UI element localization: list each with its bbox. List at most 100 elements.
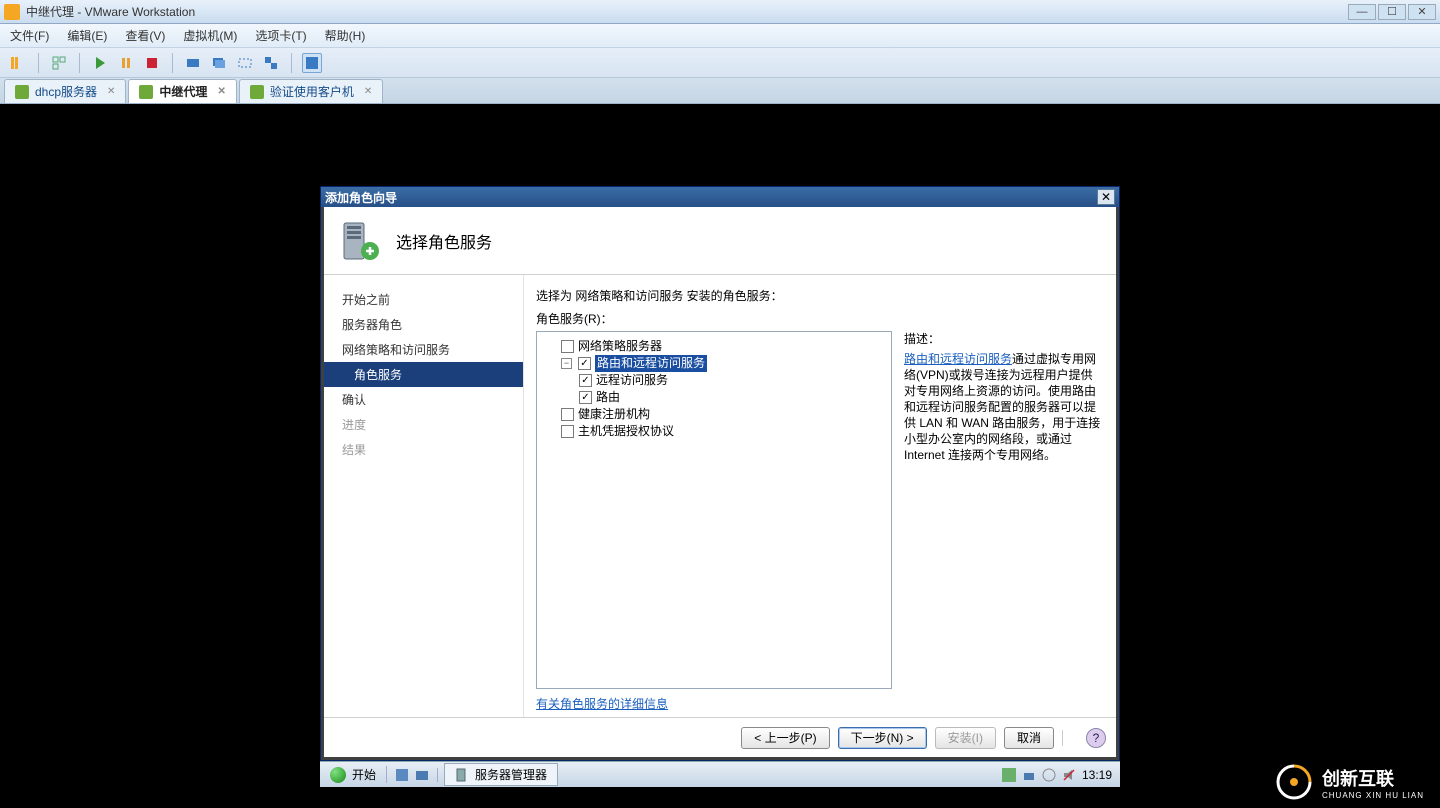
tree-item-routing[interactable]: 路由 bbox=[541, 389, 887, 406]
tree-item-hra[interactable]: 健康注册机构 bbox=[541, 406, 887, 423]
vmware-titlebar[interactable]: 中继代理 - VMware Workstation — ☐ ✕ bbox=[0, 0, 1440, 24]
wizard-main: 选择为 网络策略和访问服务 安装的角色服务： 角色服务(R)： 网络策略服务器 … bbox=[524, 275, 1116, 717]
explorer-icon[interactable] bbox=[415, 768, 429, 782]
wizard-header: 选择角色服务 bbox=[324, 207, 1116, 275]
tab-label: 验证使用客户机 bbox=[270, 83, 354, 100]
collapse-icon[interactable]: − bbox=[561, 358, 572, 369]
start-button[interactable]: 开始 bbox=[320, 766, 387, 783]
power-on-icon[interactable] bbox=[90, 53, 110, 73]
tray-icon-1[interactable] bbox=[1002, 768, 1016, 782]
taskbar-task-server-manager[interactable]: 服务器管理器 bbox=[444, 763, 558, 786]
close-icon[interactable]: ✕ bbox=[103, 86, 115, 97]
brand-sub: CHUANG XIN HU LIAN bbox=[1322, 791, 1424, 800]
tree-item-rras[interactable]: −路由和远程访问服务 bbox=[541, 355, 887, 372]
tree-item-nps[interactable]: 网络策略服务器 bbox=[541, 338, 887, 355]
snapshot-manager-icon[interactable] bbox=[209, 53, 229, 73]
checkbox[interactable] bbox=[561, 425, 574, 438]
menu-vm[interactable]: 虚拟机(M) bbox=[183, 27, 237, 44]
menu-view[interactable]: 查看(V) bbox=[125, 27, 165, 44]
vm-taskbar: 开始 服务器管理器 13:19 bbox=[320, 761, 1120, 787]
vm-icon bbox=[15, 85, 29, 99]
nav-results: 结果 bbox=[324, 437, 523, 462]
tree-label: 角色服务(R)： bbox=[536, 310, 1104, 327]
description-link[interactable]: 路由和远程访问服务 bbox=[904, 352, 1012, 366]
task-label: 服务器管理器 bbox=[475, 766, 547, 783]
brand-watermark: 创新互联 CHUANG XIN HU LIAN bbox=[1276, 764, 1424, 800]
vmware-app-icon bbox=[4, 4, 20, 20]
library-icon[interactable] bbox=[8, 53, 28, 73]
wizard-window-title: 添加角色向导 bbox=[325, 189, 1097, 206]
tab-dhcp[interactable]: dhcp服务器 ✕ bbox=[4, 79, 126, 103]
unity-icon[interactable] bbox=[261, 53, 281, 73]
description-text: 路由和远程访问服务通过虚拟专用网络(VPN)或拨号连接为远程用户提供对专用网络上… bbox=[904, 351, 1104, 463]
nav-progress: 进度 bbox=[324, 412, 523, 437]
close-icon[interactable]: ✕ bbox=[360, 86, 372, 97]
wizard-titlebar[interactable]: 添加角色向导 ✕ bbox=[321, 187, 1119, 207]
window-title: 中继代理 - VMware Workstation bbox=[26, 3, 1348, 20]
wizard-footer: < 上一步(P) 下一步(N) > 安装(I) 取消 ? bbox=[324, 717, 1116, 757]
show-desktop-icon[interactable] bbox=[395, 768, 409, 782]
more-info-link[interactable]: 有关角色服务的详细信息 bbox=[536, 697, 668, 711]
wizard-close-button[interactable]: ✕ bbox=[1097, 189, 1115, 205]
tab-label: dhcp服务器 bbox=[35, 83, 97, 100]
maximize-button[interactable]: ☐ bbox=[1378, 4, 1406, 20]
nav-confirm[interactable]: 确认 bbox=[324, 387, 523, 412]
system-tray: 13:19 bbox=[994, 768, 1120, 782]
vm-icon bbox=[250, 85, 264, 99]
wizard-instruction: 选择为 网络策略和访问服务 安装的角色服务： bbox=[536, 287, 1104, 304]
minimize-button[interactable]: — bbox=[1348, 4, 1376, 20]
menu-help[interactable]: 帮助(H) bbox=[325, 27, 366, 44]
vm-icon bbox=[139, 85, 153, 99]
back-button[interactable]: < 上一步(P) bbox=[741, 727, 829, 749]
checkbox[interactable] bbox=[561, 340, 574, 353]
quick-launch bbox=[387, 768, 438, 782]
server-role-icon bbox=[338, 219, 382, 263]
power-off-icon[interactable] bbox=[142, 53, 162, 73]
vmware-window: 中继代理 - VMware Workstation — ☐ ✕ 文件(F) 编辑… bbox=[0, 0, 1440, 808]
checkbox[interactable] bbox=[579, 391, 592, 404]
menu-tabs[interactable]: 选项卡(T) bbox=[255, 27, 306, 44]
tab-relay[interactable]: 中继代理 ✕ bbox=[128, 79, 236, 103]
next-button[interactable]: 下一步(N) > bbox=[838, 727, 927, 749]
network-icon[interactable] bbox=[1022, 768, 1036, 782]
nav-server-roles[interactable]: 服务器角色 bbox=[324, 312, 523, 337]
nav-npas[interactable]: 网络策略和访问服务 bbox=[324, 337, 523, 362]
server-manager-icon bbox=[455, 768, 469, 782]
volume-icon[interactable] bbox=[1062, 768, 1076, 782]
thumbnail-icon[interactable] bbox=[49, 53, 69, 73]
cancel-button[interactable]: 取消 bbox=[1004, 727, 1054, 749]
brand-name: 创新互联 bbox=[1322, 769, 1394, 789]
description-panel: 描述： 路由和远程访问服务通过虚拟专用网络(VPN)或拨号连接为远程用户提供对专… bbox=[904, 331, 1104, 689]
tree-item-ras[interactable]: 远程访问服务 bbox=[541, 372, 887, 389]
windows-orb-icon bbox=[330, 767, 346, 783]
add-roles-wizard: 添加角色向导 ✕ 选择角色服务 开始之前 服务器角色 网络策略和访问服务 角色服… bbox=[320, 186, 1120, 761]
suspend-icon[interactable] bbox=[116, 53, 136, 73]
wizard-nav: 开始之前 服务器角色 网络策略和访问服务 角色服务 确认 进度 结果 bbox=[324, 275, 524, 717]
clock[interactable]: 13:19 bbox=[1082, 768, 1112, 782]
tree-item-hcap[interactable]: 主机凭据授权协议 bbox=[541, 423, 887, 440]
description-body: 通过虚拟专用网络(VPN)或拨号连接为远程用户提供对专用网络上资源的访问。使用路… bbox=[904, 352, 1100, 462]
revert-icon[interactable] bbox=[235, 53, 255, 73]
close-button[interactable]: ✕ bbox=[1408, 4, 1436, 20]
menu-file[interactable]: 文件(F) bbox=[10, 27, 49, 44]
start-label: 开始 bbox=[352, 766, 376, 783]
help-icon[interactable]: ? bbox=[1086, 728, 1106, 748]
checkbox[interactable] bbox=[561, 408, 574, 421]
wizard-header-title: 选择角色服务 bbox=[396, 229, 492, 253]
brand-logo-icon bbox=[1276, 764, 1312, 800]
menu-edit[interactable]: 编辑(E) bbox=[67, 27, 107, 44]
nav-before-begin[interactable]: 开始之前 bbox=[324, 287, 523, 312]
tab-label: 中继代理 bbox=[159, 83, 207, 100]
tray-icon-3[interactable] bbox=[1042, 768, 1056, 782]
close-icon[interactable]: ✕ bbox=[213, 86, 225, 97]
fullscreen-icon[interactable] bbox=[302, 53, 322, 73]
vmware-menubar: 文件(F) 编辑(E) 查看(V) 虚拟机(M) 选项卡(T) 帮助(H) bbox=[0, 24, 1440, 48]
description-heading: 描述： bbox=[904, 331, 1104, 347]
checkbox[interactable] bbox=[579, 374, 592, 387]
footer-separator-icon bbox=[1062, 730, 1078, 746]
role-services-tree[interactable]: 网络策略服务器 −路由和远程访问服务 远程访问服务 路由 健康注册机构 主机凭据… bbox=[536, 331, 892, 689]
checkbox[interactable] bbox=[578, 357, 591, 370]
nav-role-services[interactable]: 角色服务 bbox=[324, 362, 523, 387]
snapshot-icon[interactable] bbox=[183, 53, 203, 73]
tab-client[interactable]: 验证使用客户机 ✕ bbox=[239, 79, 383, 103]
